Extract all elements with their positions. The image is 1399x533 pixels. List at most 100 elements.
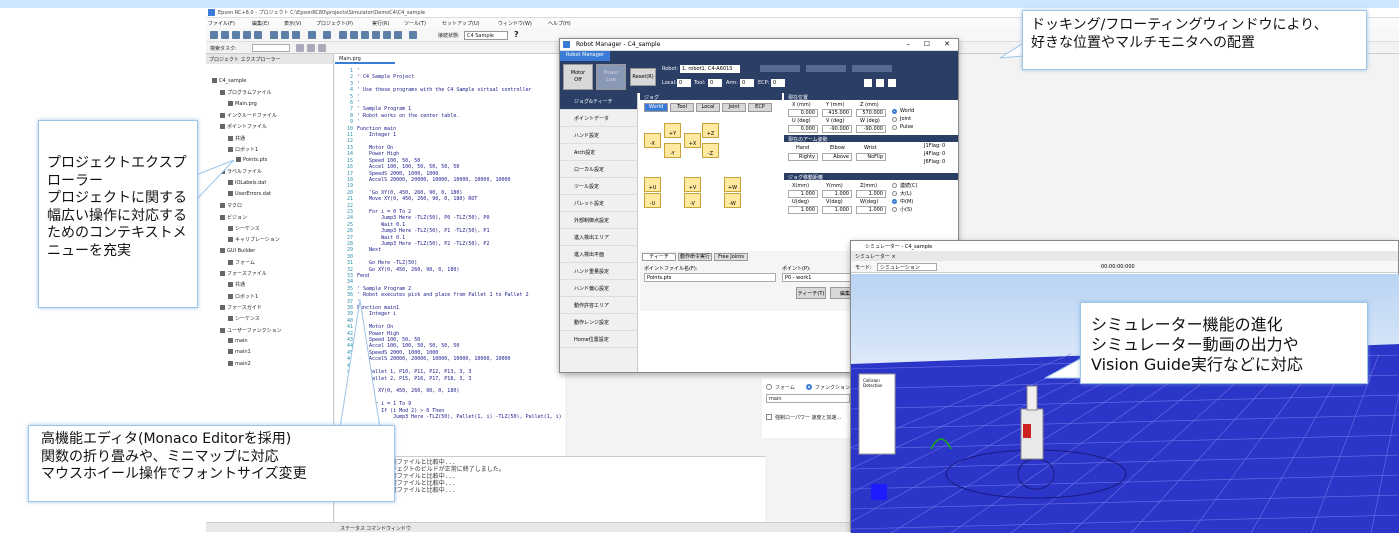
menu-item-2[interactable]: 表示(V) [284, 20, 301, 27]
mode-select[interactable]: シミュレーション [877, 263, 937, 271]
distance-value[interactable]: 1.000 [856, 206, 886, 214]
sidebar-item[interactable]: 動作レンジ設定 [560, 314, 637, 331]
gui-builder-icon[interactable] [394, 31, 402, 39]
editor-tab-main[interactable]: Main.prg [335, 54, 395, 64]
connection-select[interactable]: C4 Sample [464, 31, 508, 40]
tree-item[interactable]: キャリブレーション [228, 236, 280, 243]
menu-item-6[interactable]: セットアップ(U) [442, 20, 480, 27]
jog-button[interactable]: -Z [702, 143, 719, 158]
sidebar-item[interactable]: ジョグ&ティーチ [560, 93, 637, 110]
distance-value[interactable]: 1.000 [822, 206, 852, 214]
sidebar-item[interactable]: パレット設定 [560, 195, 637, 212]
sidebar-item[interactable]: 動作許容エリア [560, 297, 637, 314]
search-prev-icon[interactable] [307, 44, 315, 52]
form-radio[interactable] [766, 384, 772, 390]
speed-radio[interactable] [892, 183, 897, 188]
simulator-icon[interactable] [372, 31, 380, 39]
arm-value[interactable]: NoFlip [856, 153, 886, 161]
jog-mode-world[interactable]: World [644, 103, 668, 112]
tree-item[interactable]: ユーザーファンクション [220, 327, 282, 334]
connect-icon[interactable] [409, 31, 417, 39]
position-value[interactable]: 415.000 [822, 109, 852, 117]
tree-item[interactable]: マクロ [220, 202, 242, 209]
tree-item[interactable]: ロボット1 [228, 146, 258, 153]
tool-select[interactable]: 0 [708, 79, 722, 87]
robot-manager-icon[interactable] [339, 31, 347, 39]
tree-item[interactable]: ビジョン [220, 214, 247, 221]
tree-item[interactable]: main2 [228, 360, 251, 367]
sidebar-item[interactable]: Arch設定 [560, 144, 637, 161]
menu-item-7[interactable]: ウィンドウ(W) [498, 20, 532, 27]
status-tab-status[interactable]: ステータス [340, 525, 365, 532]
tree-item[interactable]: ポイントファイル [220, 123, 267, 130]
jog-button[interactable]: +Y [664, 123, 681, 138]
jog-button[interactable]: +W [724, 177, 741, 192]
point-file-select[interactable]: Points.pts [644, 273, 776, 282]
function-combo[interactable]: main [766, 394, 850, 403]
tree-item[interactable]: IOLabels.dat [228, 179, 266, 186]
status-tab-command[interactable]: コマンドウィンドウ [366, 525, 411, 532]
search-input[interactable] [252, 44, 290, 52]
vision-icon[interactable] [361, 31, 369, 39]
camera-icon[interactable] [864, 79, 872, 87]
menu-item-0[interactable]: ファイル(F) [208, 20, 235, 27]
search-next-icon[interactable] [296, 44, 304, 52]
tree-item[interactable]: Main.prg [228, 100, 257, 107]
menu-item-4[interactable]: 実行(R) [372, 20, 389, 27]
minimize-icon[interactable]: – [907, 40, 911, 48]
position-value[interactable]: 0.000 [788, 109, 818, 117]
save-all-icon[interactable] [243, 31, 251, 39]
io-monitor-icon[interactable] [350, 31, 358, 39]
paste-icon[interactable] [292, 31, 300, 39]
maximize-icon[interactable]: ☐ [924, 40, 930, 48]
jog-button[interactable]: -V [684, 193, 701, 208]
menu-item-5[interactable]: ツール(T) [404, 20, 426, 27]
angle-value[interactable]: -90.000 [856, 125, 886, 133]
print-icon[interactable] [254, 31, 262, 39]
teach-tab[interactable]: ティーチ [642, 253, 676, 261]
reset-button[interactable]: Reset(R) [630, 68, 656, 86]
arm-value[interactable]: Above [822, 153, 852, 161]
help-icon[interactable]: ? [514, 30, 519, 39]
sidebar-item[interactable]: 進入検出平面 [560, 246, 637, 263]
tree-item[interactable]: main1 [228, 349, 251, 355]
speed-radio[interactable] [892, 191, 897, 196]
arm-value[interactable]: Righty [788, 153, 818, 161]
tree-item[interactable]: インクルードファイル [220, 112, 277, 119]
tree-item[interactable]: プログラムファイル [220, 89, 272, 96]
tree-item[interactable]: main [228, 337, 248, 344]
open-file-icon[interactable] [221, 31, 229, 39]
tree-item[interactable]: UserErrors.dat [228, 191, 271, 197]
robot-select[interactable]: 1, robot1, C4-A601S [680, 65, 740, 73]
layout-icon[interactable] [876, 79, 884, 87]
sidebar-item[interactable]: Home位置設定 [560, 331, 637, 348]
menu-item-1[interactable]: 編集(E) [252, 20, 269, 27]
distance-value[interactable]: 1.000 [856, 190, 886, 198]
simulator-tab[interactable]: シミュレーター [855, 254, 890, 260]
save-icon[interactable] [232, 31, 240, 39]
sidebar-item[interactable]: ハンド重量設定 [560, 263, 637, 280]
sidebar-item[interactable]: 外部制御点設定 [560, 212, 637, 229]
sidebar-item[interactable]: ハンド設定 [560, 127, 637, 144]
run-icon[interactable] [323, 31, 331, 39]
sidebar-item[interactable]: ローカル設定 [560, 161, 637, 178]
jog-button[interactable]: +U [644, 177, 661, 192]
sidebar-item[interactable]: ハンド偏心設定 [560, 280, 637, 297]
distance-value[interactable]: 1.000 [788, 206, 818, 214]
table-icon[interactable] [888, 79, 896, 87]
menu-item-8[interactable]: ヘルプ(H) [548, 20, 571, 27]
distance-value[interactable]: 1.000 [788, 190, 818, 198]
coord-radio[interactable] [892, 125, 897, 130]
coord-radio[interactable] [892, 117, 897, 122]
tree-item[interactable]: C4_sample [212, 78, 246, 84]
coord-radio[interactable] [892, 109, 897, 114]
tree-item[interactable]: シーケンス [228, 315, 260, 322]
teach-button[interactable]: ティーチ(T) [796, 287, 826, 299]
jog-button[interactable]: -X [644, 133, 661, 148]
jog-button[interactable]: -W [724, 193, 741, 208]
angle-value[interactable]: 0.000 [788, 125, 818, 133]
ecp-select[interactable]: 0 [771, 79, 785, 87]
tree-item[interactable]: Points.pts [236, 157, 267, 163]
position-value[interactable]: 570.000 [856, 109, 886, 117]
power-button[interactable]: Power Low [596, 64, 626, 90]
